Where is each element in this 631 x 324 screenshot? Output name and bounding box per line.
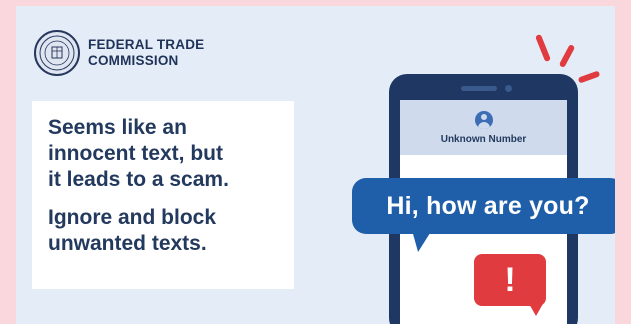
ftc-logo: FEDERAL TRADE COMMISSION — [34, 30, 204, 76]
message-paragraph-2: Ignore and block unwanted texts. — [48, 205, 282, 257]
phone-camera — [505, 85, 512, 92]
contact-header: Unknown Number — [400, 100, 567, 155]
logo-line-1: FEDERAL TRADE — [88, 37, 205, 52]
alert-bubble: ! — [474, 254, 546, 306]
contact-name: Unknown Number — [440, 133, 527, 145]
emphasis-mark-left — [534, 33, 552, 63]
exclamation-icon: ! — [504, 260, 516, 299]
message-line: it leads to a scam. — [48, 168, 229, 191]
infographic-card: FEDERAL TRADE COMMISSION Seems like an i… — [16, 6, 615, 324]
message-box: Seems like an innocent text, but it lead… — [32, 101, 294, 289]
logo-line-2: COMMISSION — [88, 53, 179, 68]
person-avatar-icon — [474, 110, 493, 129]
chat-bubble: Hi, how are you? — [352, 178, 615, 234]
message-line: Seems like an — [48, 116, 187, 139]
phone-speaker — [461, 86, 497, 91]
emphasis-mark-right — [577, 70, 601, 84]
message-line: Ignore and block — [48, 206, 217, 229]
ftc-seal-icon — [34, 30, 80, 76]
message-paragraph-1: Seems like an innocent text, but it lead… — [48, 115, 282, 193]
message-line: unwanted texts. — [48, 232, 207, 255]
emphasis-mark-middle — [558, 43, 576, 69]
alert-bubble-tail — [528, 302, 544, 316]
chat-bubble-text: Hi, how are you? — [386, 191, 590, 220]
chat-bubble-tail — [408, 230, 432, 252]
message-line: innocent text, but — [48, 142, 223, 165]
